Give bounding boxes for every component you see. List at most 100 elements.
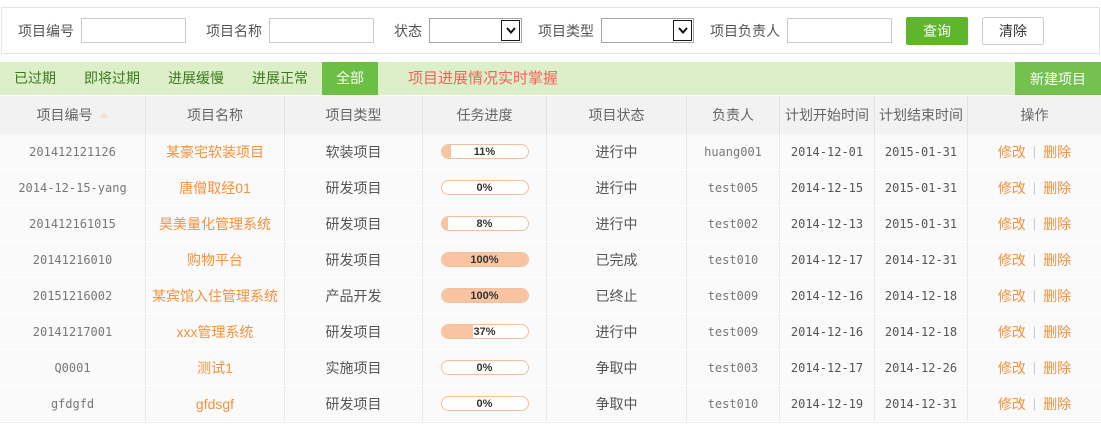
status-label: 状态 <box>394 21 422 41</box>
delete-link[interactable]: 删除 <box>1043 322 1071 342</box>
project-type-select[interactable] <box>601 18 694 43</box>
project-type-label: 项目类型 <box>538 21 594 41</box>
cell-plan-end-date: 2014-12-31 <box>875 386 968 421</box>
cell-project-id: Q0001 <box>0 350 146 385</box>
filter-tab-all[interactable]: 全部 <box>322 62 378 95</box>
progress-bar: 8% <box>441 216 529 231</box>
cell-project-id: 20141216010 <box>0 242 146 277</box>
filter-tab-expiring-soon[interactable]: 即将过期 <box>70 62 154 95</box>
action-separator: | <box>1033 396 1036 411</box>
edit-link[interactable]: 修改 <box>998 394 1026 414</box>
table-row: 20141217001 xxx管理系统 研发项目 37% 进行中 test009… <box>0 314 1101 350</box>
project-name-link[interactable]: 唐僧取经01 <box>179 178 251 198</box>
chevron-down-icon <box>501 20 520 41</box>
delete-link[interactable]: 删除 <box>1043 394 1071 414</box>
table-row: 2014-12-15-yang 唐僧取经01 研发项目 0% 进行中 test0… <box>0 170 1101 206</box>
table-row: 201412121126 某豪宅软装项目 软装项目 11% 进行中 huang0… <box>0 134 1101 170</box>
project-name-link[interactable]: 某豪宅软装项目 <box>166 142 264 162</box>
table-body: 201412121126 某豪宅软装项目 软装项目 11% 进行中 huang0… <box>0 134 1101 422</box>
edit-link[interactable]: 修改 <box>998 358 1026 378</box>
cell-project-status: 进行中 <box>547 134 687 169</box>
column-header-plan-start: 计划开始时间 <box>780 96 875 134</box>
action-separator: | <box>1033 252 1036 267</box>
project-owner-input[interactable] <box>787 18 892 43</box>
cell-project-id: 20151216002 <box>0 278 146 313</box>
progress-label: 0% <box>442 397 528 411</box>
cell-project-status: 争取中 <box>547 350 687 385</box>
table-row: 20141216010 购物平台 研发项目 100% 已完成 test010 2… <box>0 242 1101 278</box>
filter-bar: 已过期 即将过期 进展缓慢 进展正常 全部 项目进展情况实时掌握 新建项目 <box>0 62 1101 95</box>
filter-tab-normal-progress[interactable]: 进展正常 <box>238 62 322 95</box>
delete-link[interactable]: 删除 <box>1043 214 1071 234</box>
delete-link[interactable]: 删除 <box>1043 142 1071 162</box>
cell-owner: test010 <box>687 242 780 277</box>
delete-link[interactable]: 删除 <box>1043 286 1071 306</box>
new-project-button[interactable]: 新建项目 <box>1015 62 1101 95</box>
edit-link[interactable]: 修改 <box>998 250 1026 270</box>
project-name-input[interactable] <box>269 18 374 43</box>
delete-link[interactable]: 删除 <box>1043 358 1071 378</box>
cell-plan-start-date: 2014-12-01 <box>780 134 875 169</box>
table-row: gfdgfd gfdsgf 研发项目 0% 争取中 test010 2014-1… <box>0 386 1101 422</box>
cell-owner: test009 <box>687 314 780 349</box>
edit-link[interactable]: 修改 <box>998 286 1026 306</box>
project-name-link[interactable]: 昊美量化管理系统 <box>159 214 271 234</box>
table-header-row: 项目编号 项目名称 项目类型 任务进度 项目状态 负责人 计划开始时间 计划结束… <box>0 96 1101 134</box>
cell-owner: huang001 <box>687 134 780 169</box>
progress-label: 0% <box>442 181 528 195</box>
cell-project-type: 软装项目 <box>285 134 423 169</box>
filter-tab-slow-progress[interactable]: 进展缓慢 <box>154 62 238 95</box>
cell-plan-start-date: 2014-12-13 <box>780 206 875 241</box>
project-id-input[interactable] <box>81 18 186 43</box>
column-header-project-status: 项目状态 <box>547 96 687 134</box>
progress-label: 0% <box>442 361 528 375</box>
project-name-link[interactable]: xxx管理系统 <box>177 322 254 342</box>
chevron-down-icon <box>673 20 692 41</box>
cell-owner: test009 <box>687 278 780 313</box>
cell-plan-end-date: 2014-12-26 <box>875 350 968 385</box>
progress-label: 100% <box>442 253 528 267</box>
edit-link[interactable]: 修改 <box>998 142 1026 162</box>
cell-plan-start-date: 2014-12-16 <box>780 314 875 349</box>
cell-plan-start-date: 2014-12-16 <box>780 278 875 313</box>
project-name-link[interactable]: 购物平台 <box>187 250 243 270</box>
project-management-page: 项目编号 项目名称 状态 项目类型 项目负责人 查询 清除 已过期 即将过期 进… <box>0 7 1101 433</box>
cell-plan-end-date: 2014-12-18 <box>875 278 968 313</box>
edit-link[interactable]: 修改 <box>998 178 1026 198</box>
delete-link[interactable]: 删除 <box>1043 250 1071 270</box>
delete-link[interactable]: 删除 <box>1043 178 1071 198</box>
table-row: Q0001 测试1 实施项目 0% 争取中 test003 2014-12-17… <box>0 350 1101 386</box>
cell-project-type: 产品开发 <box>285 278 423 313</box>
progress-bar: 100% <box>441 288 529 303</box>
cell-plan-end-date: 2014-12-31 <box>875 242 968 277</box>
table-row: 20151216002 某宾馆入住管理系统 产品开发 100% 已终止 test… <box>0 278 1101 314</box>
filter-tab-expired[interactable]: 已过期 <box>0 62 70 95</box>
cell-plan-start-date: 2014-12-15 <box>780 170 875 205</box>
progress-label: 8% <box>442 217 528 231</box>
project-name-link[interactable]: gfdsgf <box>196 396 234 412</box>
clear-button[interactable]: 清除 <box>982 17 1044 45</box>
cell-owner: test005 <box>687 170 780 205</box>
column-header-project-id[interactable]: 项目编号 <box>0 96 146 134</box>
edit-link[interactable]: 修改 <box>998 322 1026 342</box>
project-name-link[interactable]: 某宾馆入住管理系统 <box>152 286 278 306</box>
column-header-actions: 操作 <box>968 96 1101 134</box>
cell-plan-end-date: 2015-01-31 <box>875 170 968 205</box>
project-name-link[interactable]: 测试1 <box>197 358 233 378</box>
cell-project-status: 已终止 <box>547 278 687 313</box>
query-button[interactable]: 查询 <box>906 17 968 45</box>
action-separator: | <box>1033 144 1036 159</box>
action-separator: | <box>1033 180 1036 195</box>
action-separator: | <box>1033 288 1036 303</box>
column-header-owner: 负责人 <box>687 96 780 134</box>
cell-project-status: 争取中 <box>547 386 687 421</box>
column-header-task-progress: 任务进度 <box>423 96 547 134</box>
cell-project-id: 20141217001 <box>0 314 146 349</box>
column-header-project-type: 项目类型 <box>285 96 423 134</box>
project-id-label: 项目编号 <box>18 21 74 41</box>
cell-project-id: 201412161015 <box>0 206 146 241</box>
edit-link[interactable]: 修改 <box>998 214 1026 234</box>
status-select[interactable] <box>429 18 522 43</box>
cell-project-type: 研发项目 <box>285 386 423 421</box>
cell-project-type: 研发项目 <box>285 242 423 277</box>
